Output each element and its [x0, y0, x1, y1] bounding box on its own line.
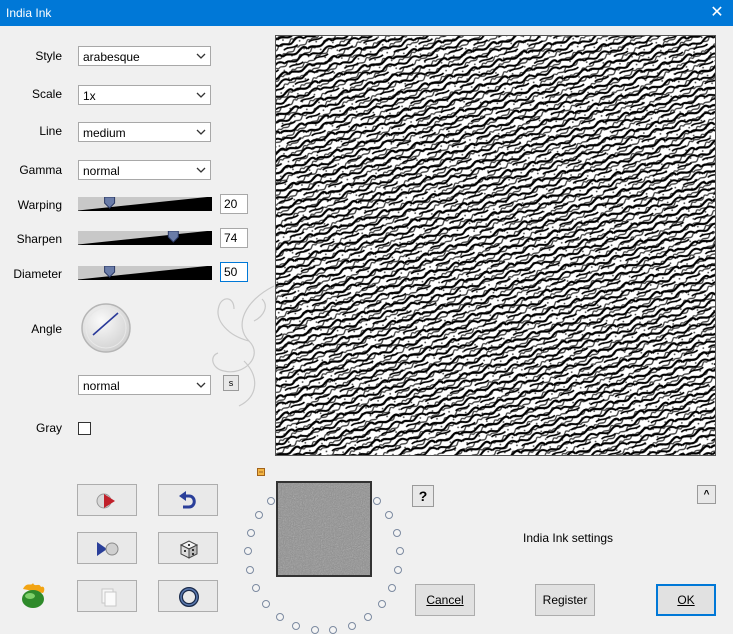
gamma-value: normal [83, 164, 120, 178]
gamma-dropdown[interactable]: normal [78, 160, 211, 180]
line-dropdown[interactable]: medium [78, 122, 211, 142]
frame-dot[interactable] [373, 496, 382, 505]
copy-icon [101, 588, 117, 607]
style-dropdown[interactable]: arabesque [78, 46, 211, 66]
mode-value: normal [83, 379, 120, 393]
warping-slider[interactable] [78, 197, 212, 211]
gray-checkbox[interactable] [78, 422, 91, 435]
chevron-down-icon [196, 53, 206, 59]
frame-dot[interactable] [255, 511, 264, 520]
arabesque-preview-image [276, 36, 715, 455]
cancel-label: Cancel [426, 593, 464, 607]
diameter-slider[interactable] [78, 266, 212, 280]
app-logo-icon [22, 583, 45, 608]
play-button[interactable] [77, 484, 137, 516]
gray-label: Gray [35, 421, 62, 435]
frame-dot[interactable] [245, 566, 254, 575]
style-value: arabesque [83, 50, 140, 64]
scale-dropdown[interactable]: 1x [78, 85, 211, 105]
chevron-down-icon [196, 129, 206, 135]
sharpen-input[interactable]: 74 [220, 228, 248, 248]
warping-label: Warping [17, 198, 62, 212]
thumbnail[interactable] [276, 481, 372, 577]
ok-button[interactable]: OK [656, 584, 716, 616]
chevron-down-icon [196, 167, 206, 173]
next-frame-icon [97, 542, 119, 556]
title-bar: India Ink ✕ [0, 0, 733, 26]
frame-dot[interactable] [378, 599, 387, 608]
angle-dial[interactable] [80, 302, 132, 354]
frame-dot[interactable] [251, 583, 260, 592]
frame-dot[interactable] [388, 583, 397, 592]
next-frame-button[interactable] [77, 532, 137, 564]
frame-dot[interactable] [292, 621, 301, 630]
chevron-down-icon [196, 92, 206, 98]
diameter-label: Diameter [13, 267, 62, 281]
random-button[interactable] [158, 532, 218, 564]
dialog-client: Style arabesque Scale 1x Line medium Gam… [0, 26, 733, 634]
frame-dot[interactable] [394, 566, 403, 575]
ring-icon [179, 587, 199, 607]
scale-label: Scale [31, 87, 62, 101]
undo-button[interactable] [158, 484, 218, 516]
line-value: medium [83, 126, 126, 140]
sharpen-slider[interactable] [78, 231, 212, 245]
help-button[interactable]: ? [412, 485, 434, 507]
status-text: India Ink settings [523, 531, 614, 545]
gamma-label: Gamma [19, 163, 62, 177]
line-label: Line [39, 124, 62, 138]
frame-dot[interactable] [310, 626, 319, 634]
frame-dot[interactable] [384, 511, 393, 520]
chevron-down-icon [196, 382, 206, 388]
play-icon [96, 493, 115, 509]
swirl-ornament-icon [212, 285, 275, 407]
frame-dot[interactable] [247, 528, 256, 537]
scale-value: 1x [83, 89, 96, 103]
collapse-button[interactable]: ^ [697, 485, 716, 504]
style-label: Style [35, 49, 62, 63]
frame-dot[interactable] [392, 528, 401, 537]
mode-dropdown[interactable]: normal [78, 375, 211, 395]
copy-button[interactable] [77, 580, 137, 612]
register-button[interactable]: Register [535, 584, 595, 616]
frame-dot[interactable] [261, 599, 270, 608]
ring-button[interactable] [158, 580, 218, 612]
s-button[interactable]: s [223, 375, 239, 391]
frame-dot[interactable] [364, 612, 373, 621]
close-icon[interactable]: ✕ [701, 0, 733, 26]
frame-dot[interactable] [347, 621, 356, 630]
bookmark-icon[interactable] [257, 468, 265, 476]
frame-dot[interactable] [244, 547, 253, 556]
frame-dot[interactable] [395, 547, 404, 556]
dice-icon [179, 540, 199, 559]
window-title: India Ink [6, 6, 52, 20]
warping-input[interactable]: 20 [220, 194, 248, 214]
frame-dot[interactable] [329, 626, 338, 634]
noise-thumbnail-image [278, 483, 370, 575]
frame-dot[interactable] [275, 612, 284, 621]
undo-icon [179, 491, 196, 509]
cancel-button[interactable]: Cancel [415, 584, 475, 616]
preview-pane[interactable] [275, 35, 716, 456]
ok-label: OK [677, 593, 695, 607]
angle-label: Angle [31, 322, 62, 336]
diameter-input[interactable]: 50 [220, 262, 248, 282]
frame-dot[interactable] [266, 496, 275, 505]
sharpen-label: Sharpen [16, 232, 62, 246]
